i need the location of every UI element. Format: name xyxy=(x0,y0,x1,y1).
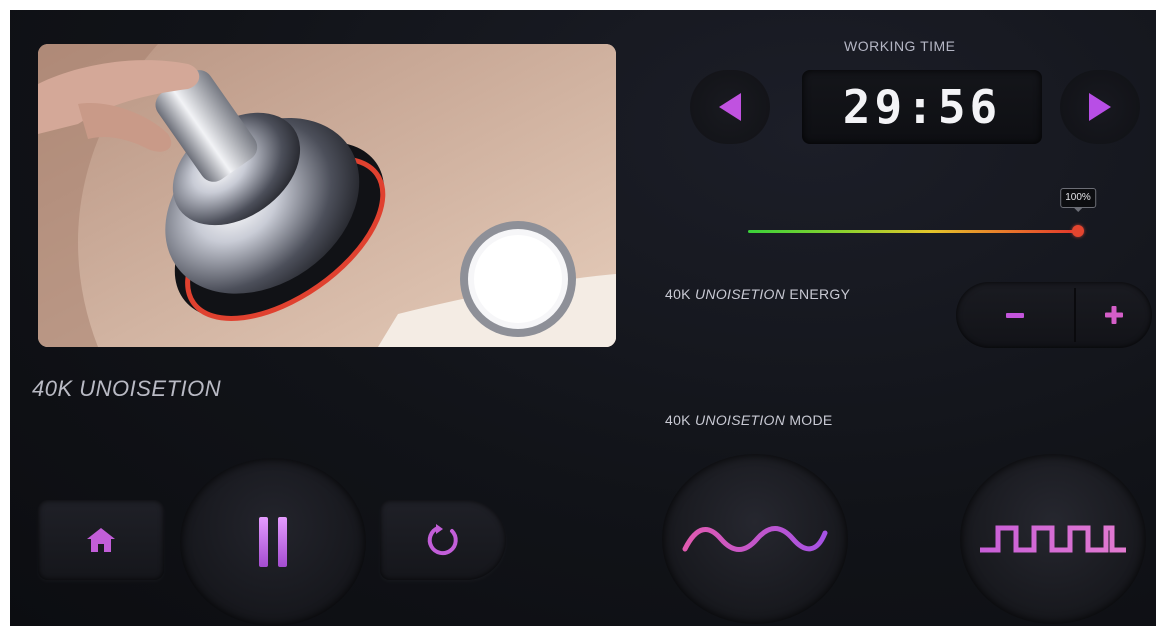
replay-icon xyxy=(380,500,506,580)
replay-button[interactable] xyxy=(380,500,506,580)
working-time-label: WORKING TIME xyxy=(844,38,956,54)
pause-icon xyxy=(180,458,366,626)
mode-sine-button[interactable] xyxy=(662,454,848,624)
energy-increase-button[interactable] xyxy=(1076,282,1152,348)
mode-square-button[interactable] xyxy=(960,454,1146,624)
minus-icon xyxy=(1006,312,1024,318)
working-time-display: 29:56 xyxy=(802,70,1042,144)
arrow-right-icon xyxy=(1060,70,1140,144)
energy-decrease-button[interactable] xyxy=(956,282,1074,348)
home-button[interactable] xyxy=(38,500,164,580)
energy-slider-handle[interactable] xyxy=(1072,225,1084,237)
energy-slider-track[interactable] xyxy=(748,230,1078,233)
time-increase-button[interactable] xyxy=(1060,70,1140,144)
energy-level-tooltip: 100% xyxy=(1060,188,1096,212)
energy-label: 40K UNOISETION ENERGY xyxy=(665,286,851,302)
home-icon xyxy=(38,500,164,580)
plus-icon xyxy=(1105,306,1123,324)
time-decrease-button[interactable] xyxy=(690,70,770,144)
square-wave-icon xyxy=(960,454,1146,624)
pause-button[interactable] xyxy=(180,458,366,626)
sine-wave-icon xyxy=(662,454,848,624)
mode-label: 40K UNOISETION MODE xyxy=(665,412,833,428)
arrow-left-icon xyxy=(690,70,770,144)
device-screen: 40K UNOISETION WORKING TIME 29:56 100% 4… xyxy=(10,10,1156,626)
treatment-caption: 40K UNOISETION xyxy=(32,376,222,401)
treatment-photo xyxy=(38,44,616,347)
